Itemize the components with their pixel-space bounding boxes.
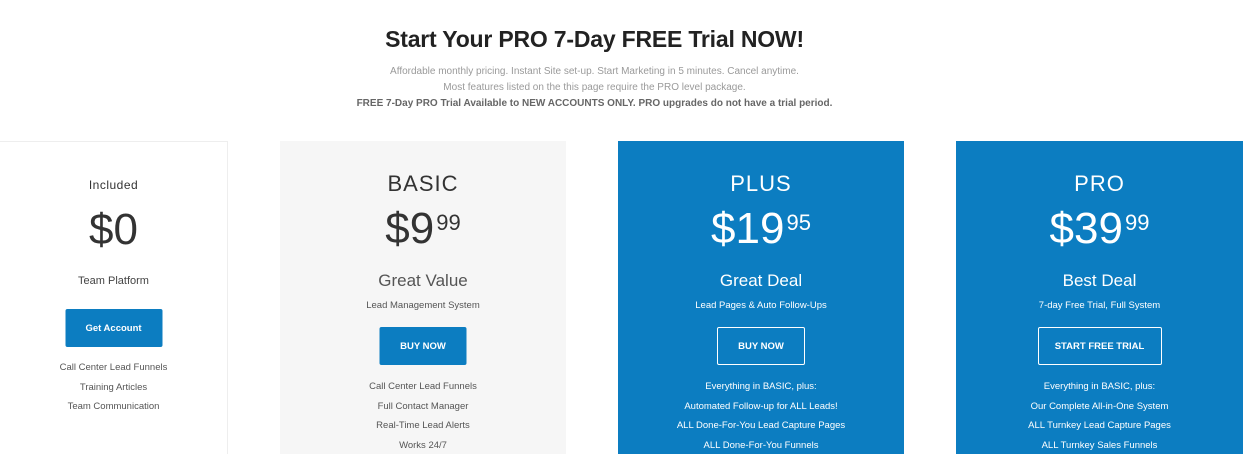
- feature-item: ALL Done-For-You Funnels: [703, 439, 819, 451]
- plan-card-included: Included $0 Team Platform Get Account Ca…: [0, 141, 228, 454]
- plan-card-basic: BASIC $999 Great Value Lead Management S…: [280, 141, 566, 454]
- price-amount: $9: [385, 204, 435, 253]
- feature-item: Team Communication: [67, 401, 160, 412]
- price-amount: $39: [1049, 204, 1123, 253]
- feature-list: Call Center Lead Funnels Full Contact Ma…: [280, 377, 566, 454]
- feature-item: Call Center Lead Funnels: [59, 362, 168, 373]
- plan-name: BASIC: [387, 171, 459, 196]
- plan-name: PRO: [1074, 171, 1125, 196]
- page-title: Start Your PRO 7-Day FREE Trial NOW!: [385, 26, 804, 52]
- buy-now-button-basic[interactable]: BUY NOW: [379, 327, 467, 365]
- get-account-button[interactable]: Get Account: [65, 309, 162, 347]
- feature-list: Everything in BASIC, plus: Automated Fol…: [618, 377, 904, 454]
- price-cents: 95: [786, 210, 811, 235]
- price-amount: $19: [711, 204, 785, 253]
- feature-item: Real-Time Lead Alerts: [376, 420, 470, 431]
- feature-list: Everything in BASIC, plus: Our Complete …: [956, 377, 1243, 454]
- price-amount: $0: [89, 205, 138, 254]
- price-cents: 99: [1124, 210, 1150, 235]
- feature-list: Call Center Lead Funnels Training Articl…: [0, 358, 227, 417]
- price-cents: 99: [436, 210, 461, 235]
- feature-item: ALL Turnkey Lead Capture Pages: [1028, 420, 1171, 431]
- plan-card-plus: PLUS $1995 Great Deal Lead Pages & Auto …: [618, 141, 904, 454]
- plan-description: 7-day Free Trial, Full System: [1038, 300, 1161, 311]
- feature-item: Automated Follow-up for ALL Leads!: [684, 400, 838, 412]
- trial-notice: FREE 7-Day PRO Trial Available to NEW AC…: [356, 98, 833, 109]
- plan-price: $3999: [956, 207, 1243, 251]
- buy-now-button-plus[interactable]: BUY NOW: [717, 327, 805, 365]
- feature-item: Works 24/7: [399, 439, 447, 451]
- plan-name: Included: [88, 178, 139, 192]
- plan-description: Lead Management System: [366, 300, 480, 311]
- plan-subtitle: Great Value: [378, 271, 468, 290]
- plan-price: $1995: [618, 207, 904, 251]
- plan-name: PLUS: [730, 171, 792, 196]
- plan-price: $0: [0, 208, 227, 252]
- feature-item: Everything in BASIC, plus:: [1043, 381, 1156, 392]
- feature-item: Full Contact Manager: [377, 400, 469, 412]
- plan-description: Lead Pages & Auto Follow-Ups: [695, 300, 827, 311]
- feature-item: Call Center Lead Funnels: [369, 381, 477, 392]
- feature-item: Everything in BASIC, plus:: [705, 381, 817, 392]
- feature-item: Our Complete All-in-One System: [1030, 400, 1169, 412]
- plan-subtitle: Best Deal: [1062, 271, 1137, 290]
- plan-subtitle: Great Deal: [719, 271, 803, 290]
- feature-item: ALL Done-For-You Lead Capture Pages: [676, 420, 846, 431]
- intro-line-pricing: Affordable monthly pricing. Instant Site…: [390, 66, 799, 77]
- start-free-trial-button[interactable]: START FREE TRIAL: [1037, 327, 1162, 365]
- intro-line-features: Most features listed on the this page re…: [443, 82, 746, 93]
- feature-item: ALL Turnkey Sales Funnels: [1041, 439, 1158, 451]
- plan-subtitle: Team Platform: [78, 275, 149, 287]
- plan-card-pro: PRO $3999 Best Deal 7-day Free Trial, Fu…: [956, 141, 1243, 454]
- plan-price: $999: [280, 207, 566, 251]
- feature-item: Training Articles: [79, 381, 148, 393]
